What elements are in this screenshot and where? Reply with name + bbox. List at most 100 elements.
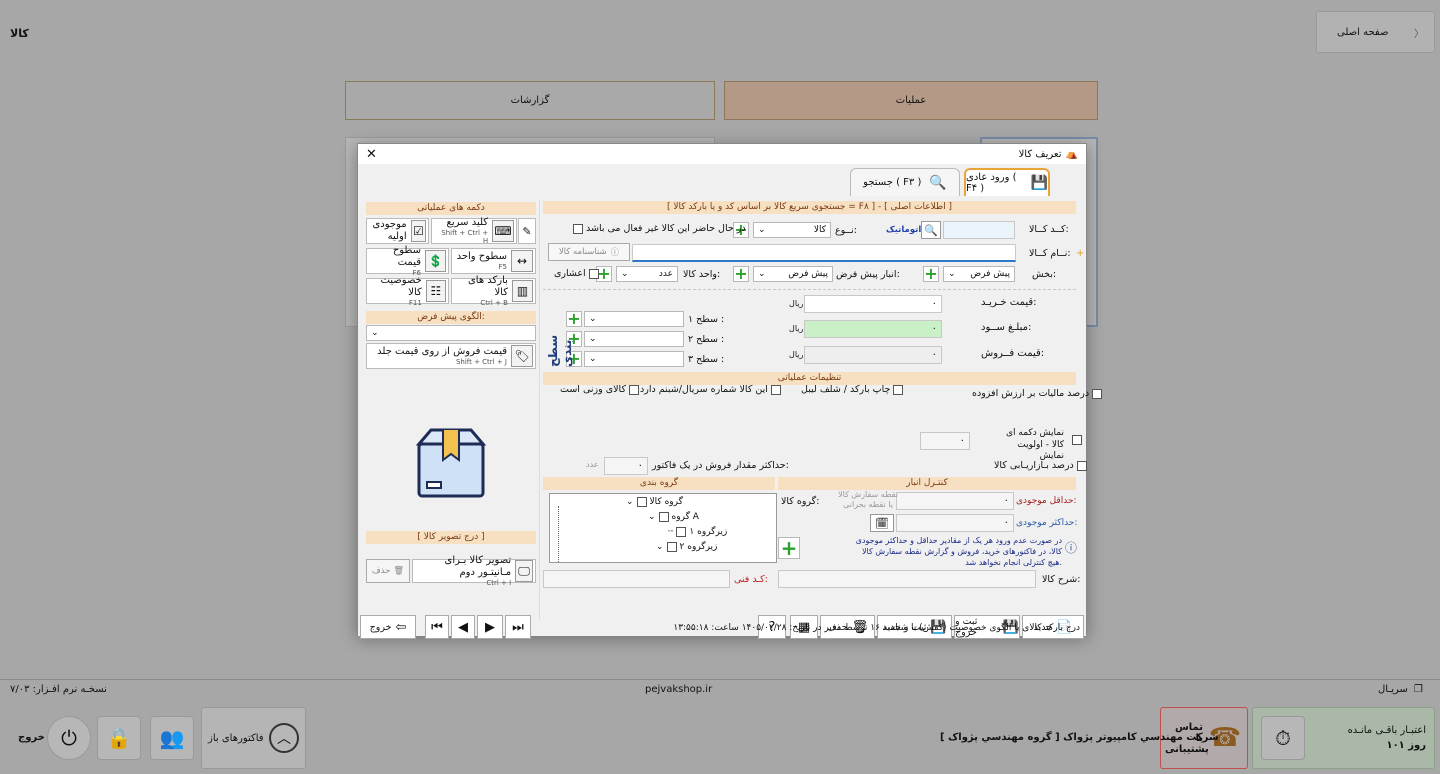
weight-checkbox[interactable]: کالای وزنی است	[560, 384, 639, 395]
sell-rial: ریال	[789, 350, 804, 359]
ops-buttons-title: دکمه های عملیاتی	[366, 202, 536, 215]
market-checkbox[interactable]: درصد بـازاریـابی کالا	[994, 460, 1087, 471]
add-group-button[interactable]: +	[778, 537, 800, 559]
tab-normal-entry[interactable]: ورود عادی ( F۴ ) 💾	[964, 168, 1050, 196]
pattern-title: الگوی پیش فرض:	[366, 311, 536, 324]
users-icon[interactable]: 👥	[150, 716, 194, 760]
group-label: گروه کالا:	[781, 496, 820, 507]
tree-sub2[interactable]: ⌄ زیرگروه ۲	[656, 542, 717, 552]
type-label: نــوع:	[835, 225, 857, 236]
max-sale-unit: عدد	[586, 460, 599, 469]
tech-code-label: کـد فنی:	[734, 574, 768, 585]
search-icon: 🔍	[929, 174, 947, 191]
open-invoices-button[interactable]: فاکتورهای باز ︿	[201, 707, 306, 769]
info-icon: ⓘ	[1065, 541, 1078, 555]
define-item-dialog: ✕ تعریف کالا ⛺ ورود عادی ( F۴ ) 💾 جستجو ( …	[357, 143, 1103, 639]
page-title: کالا	[10, 27, 29, 40]
tab-operations[interactable]: عملیات	[724, 81, 1098, 120]
min-stock-label: حداقل موجودی:	[1016, 496, 1077, 506]
type-select[interactable]: ⌄ کالا	[753, 222, 831, 238]
tab-search[interactable]: جستجو ( F۳ ) 🔍	[850, 168, 960, 196]
close-icon[interactable]: ✕	[366, 147, 377, 162]
decimal-checkbox[interactable]: اعشاری	[554, 268, 599, 279]
priority-input[interactable]: ۰	[920, 432, 970, 450]
level3-select[interactable]: ⌄	[584, 351, 684, 367]
stopwatch-icon: ⏱	[1261, 716, 1305, 760]
profit-label: مبلـغ ســود:	[981, 322, 1032, 333]
price-levels-button[interactable]: 💲 سطوح قیمت F6	[366, 245, 449, 277]
inventory-note: در صورت عدم ورود هر یک از مقادیر حداقل و…	[855, 536, 1062, 568]
name-label: نــام کــالا:	[1029, 248, 1071, 259]
unit-levels-button[interactable]: ↔ سطوح واحد F5	[451, 248, 536, 274]
barcode-print-checkbox[interactable]: چاپ بارکد / شلف لیبل	[801, 384, 904, 395]
version: نسخـه نرم افـزار: ۷/۰۳	[10, 684, 107, 695]
credit-tile: ⏱ اعتبـار باقـی مانـده ۱۰۱ روز	[1252, 707, 1435, 769]
code-search-icon[interactable]: 🔍	[921, 221, 941, 239]
price-from-cover-button[interactable]: 🏷 قیمت فروش از روی قیمت جلد Shift + Ctrl +…	[366, 343, 536, 369]
tree-root[interactable]: ⌄ گروه کالا	[626, 497, 683, 507]
buy-price-input[interactable]: ۰	[804, 295, 942, 313]
profit-input[interactable]: ۰	[804, 320, 942, 338]
section-label: بخش:	[1032, 269, 1057, 280]
add-warehouse-button[interactable]: +	[733, 266, 749, 282]
lock-icon[interactable]: 🔒	[97, 716, 141, 760]
tab-reports[interactable]: گزارشات	[345, 81, 715, 120]
power-icon[interactable]: ⏻	[47, 716, 91, 760]
delete-image-button[interactable]: حذف 🗑	[366, 559, 410, 583]
tech-code-input[interactable]	[543, 570, 730, 588]
grouping-title: گروه بندی	[543, 477, 775, 490]
tree-group-a[interactable]: ⌄ گروه A	[648, 512, 699, 522]
item-card-button[interactable]: شناسنامه کالا ⓘ	[548, 243, 630, 261]
max-stock-label: حداکثر موجودی:	[1016, 518, 1078, 528]
section-select[interactable]: ⌄ پیش فرض	[943, 266, 1015, 282]
desc-input[interactable]	[778, 570, 1036, 588]
barcode-icon: ▥	[511, 280, 533, 302]
dialog-content: ورود عادی ( F۴ ) 💾 جستجو ( F۳ ) 🔍 [ جستجوی…	[358, 164, 1103, 639]
item-props-button[interactable]: ☷ خصوصیت کالا F11	[366, 275, 449, 307]
max-stock-input[interactable]: ۰	[896, 514, 1014, 532]
group-tree[interactable]: ⌄ گروه کالا ⌄ گروه A ┈ زیرگروه ۱ ⌄ زیرگروه ۲	[549, 493, 777, 563]
max-sale-label: حداکثر مقدار فروش در یک فاکتور:	[652, 460, 789, 471]
code-input[interactable]	[943, 221, 1015, 239]
max-sale-input[interactable]: ۰	[604, 457, 648, 475]
status-bar: درج بارکد کالای با الگوی خصوصیت (کفش) با…	[673, 623, 1080, 633]
footer-divider	[0, 679, 1440, 680]
home-button[interactable]: صفحه اصلی 〉	[1316, 11, 1435, 53]
chevron-right-icon: 〉	[1414, 28, 1424, 40]
required-mark: +	[1076, 248, 1085, 259]
quick-key-button[interactable]: ⌨ کلید سریع Shift + Ctrl + H	[431, 217, 517, 245]
trash-icon: 🗑	[393, 566, 405, 576]
warehouse-select[interactable]: ⌄ پیش فرض	[753, 266, 833, 282]
inactive-checkbox[interactable]: در حال حاضر این کالا غیر فعال می باشد	[573, 223, 746, 234]
second-monitor-button[interactable]: 🖵 تصویر کالا بـرای مـانیتـور دوم Ctrl + I	[412, 555, 536, 587]
exit-label[interactable]: خروج	[18, 732, 45, 743]
monitor-icon: 🖵	[515, 560, 533, 582]
buy-rial: ریال	[789, 299, 804, 308]
level1-select[interactable]: ⌄	[584, 311, 684, 327]
barcodes-button[interactable]: ▥ بارکد های کالا Ctrl + B	[451, 275, 536, 307]
warehouse-label: انبار پیش فرض:	[836, 269, 900, 280]
info-icon: ⓘ	[610, 248, 620, 258]
pencil-icon[interactable]: ✎	[518, 218, 536, 244]
show-button-label: نمایش دکمه ای کالا - اولویت نمایش	[1005, 428, 1064, 462]
show-button-checkbox[interactable]	[1072, 435, 1082, 445]
initial-stock-button[interactable]: ☑ موجودی اولیه	[366, 218, 429, 244]
tree-sub1[interactable]: ┈ زیرگروه ۱	[668, 527, 727, 537]
add-section-button[interactable]: +	[923, 266, 939, 282]
reorder-calc-icon[interactable]: 🗓	[870, 514, 894, 532]
vat-checkbox[interactable]: درصد مالیات بر ارزش افزوده	[972, 388, 1103, 399]
level2-select[interactable]: ⌄	[584, 331, 684, 347]
leveling-title: سطح بندی	[546, 334, 574, 367]
pattern-select[interactable]: ⌄	[366, 325, 536, 341]
add-level1-button[interactable]: +	[566, 311, 582, 327]
name-input[interactable]	[632, 244, 1016, 262]
ruler-icon: ↔	[511, 250, 533, 272]
home-label: صفحه اصلی	[1337, 26, 1389, 38]
min-stock-input[interactable]: ۰	[896, 492, 1014, 510]
tree-line	[558, 506, 559, 562]
serial-checkbox[interactable]: این کالا شماره سریال/شبنم دارد	[640, 384, 781, 395]
sell-price-input[interactable]: ۰	[804, 346, 942, 364]
level2-label: سطح ۲ :	[688, 334, 725, 345]
unit-select[interactable]: ⌄ عدد	[616, 266, 678, 282]
profit-rial: ریال	[789, 324, 804, 333]
